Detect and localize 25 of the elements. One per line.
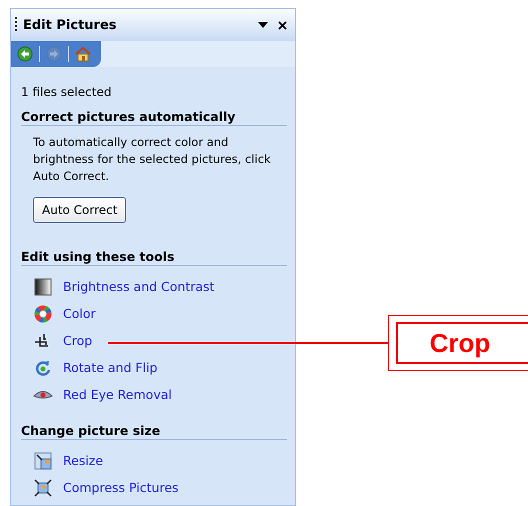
compress-picture-icon[interactable] [33, 478, 53, 496]
description-text: To automatically correct color and brightness for the selected pictures, click Auto Correct. [33, 134, 272, 185]
eye-icon[interactable] [33, 388, 53, 400]
dropdown-triangle-icon[interactable] [258, 22, 268, 28]
tool-link[interactable]: Color [63, 306, 96, 321]
pane-title: Edit Pictures [23, 18, 118, 32]
color-wheel-icon[interactable] [33, 304, 53, 322]
tool-link[interactable]: Rotate and Flip [63, 360, 158, 375]
house-icon[interactable] [75, 46, 91, 62]
gradient-square-icon[interactable] [33, 278, 53, 296]
section-heading: Correct pictures automatically [21, 109, 287, 126]
grip-handle-icon[interactable] [15, 17, 17, 33]
tool-link[interactable]: Resize [63, 453, 104, 468]
tool-link[interactable]: Red Eye Removal [63, 387, 172, 402]
resize-picture-icon[interactable] [33, 452, 53, 470]
tool-link[interactable]: Crop [63, 333, 92, 348]
selection-count-text: 1 files selected [21, 85, 112, 99]
tool-link[interactable]: Compress Pictures [63, 480, 179, 495]
section-heading: Change picture size [21, 423, 287, 440]
close-icon[interactable] [278, 20, 287, 30]
callout-label: Crop [396, 322, 528, 364]
auto-correct-button[interactable]: Auto Correct [33, 197, 126, 223]
rotate-arrow-icon[interactable] [33, 358, 53, 376]
section-heading: Edit using these tools [21, 249, 287, 266]
tool-link[interactable]: Brightness and Contrast [63, 279, 214, 294]
